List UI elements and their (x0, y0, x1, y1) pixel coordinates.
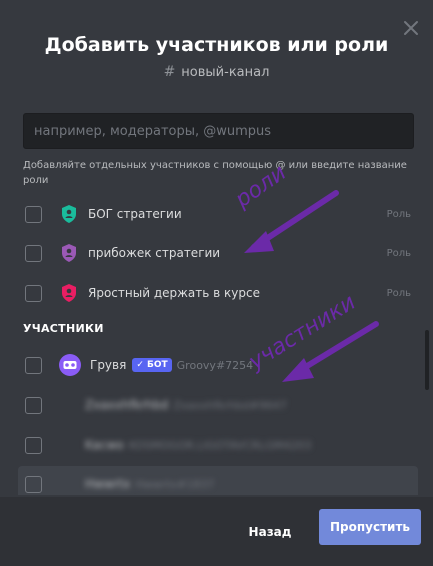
checkbox[interactable] (25, 356, 42, 374)
channel-name: новый-канал (181, 65, 270, 80)
checkbox[interactable] (25, 436, 42, 454)
avatar (59, 354, 81, 376)
back-button[interactable]: Назад (238, 518, 302, 546)
scrollbar[interactable] (425, 330, 429, 390)
dialog-title: Добавить участников или роли (44, 34, 389, 56)
channel-subtitle: # новый-канал (0, 64, 433, 80)
role-tag: Роль (386, 287, 411, 299)
skip-button[interactable]: Пропустить (319, 509, 421, 545)
members-section-header: УЧАСТНИКИ (23, 322, 104, 335)
blurred-member: Kacwo KOSMOGOR.LIGOTAVCRLGM4203 (76, 438, 311, 452)
channel-hash-icon: # (163, 64, 176, 80)
checkbox[interactable] (25, 244, 42, 262)
role-row[interactable]: прибожек стратегии Роль (18, 235, 418, 271)
shield-person-icon (59, 283, 79, 303)
add-members-dialog: Добавить участников или роли # новый-кана… (0, 0, 433, 566)
hint-text: Добавляйте отдельных участников с помощь… (23, 160, 407, 186)
member-row[interactable]: Kacwo KOSMOGOR.LIGOTAVCRLGM4203 (18, 427, 418, 463)
member-tag: Hwwrtx#1837 (135, 477, 215, 491)
member-name: Zxaxxhfkrhbd (85, 398, 169, 412)
member-row[interactable]: Hwwrtx Hwwrtx#1837 (18, 466, 418, 495)
member-row[interactable]: Грувя ✓ БОТ Groovy#7254 (18, 347, 418, 383)
checkbox[interactable] (25, 284, 42, 302)
members-roles-list: БОГ стратегии Роль прибожек стратегии Ро… (0, 200, 433, 495)
member-tag: Zxaxxhfkrhbd#9647 (173, 398, 287, 412)
role-name: БОГ стратегии (88, 207, 182, 221)
member-tag: KOSMOGOR.LIGOTAVCRLGM4203 (128, 438, 312, 452)
member-name: Грувя (90, 358, 127, 372)
shield-person-icon (59, 204, 79, 224)
checkbox[interactable] (25, 396, 42, 414)
checkbox[interactable] (25, 475, 42, 493)
member-name: Kacwo (85, 438, 124, 452)
role-tag: Роль (386, 247, 411, 259)
role-tag: Роль (386, 208, 411, 220)
dialog-footer: Назад Пропустить (0, 497, 433, 566)
role-row[interactable]: Яростный держать в курсе Роль (18, 275, 418, 311)
blurred-member: Hwwrtx Hwwrtx#1837 (76, 477, 214, 491)
member-name: Hwwrtx (85, 477, 131, 491)
shield-person-icon (59, 243, 79, 263)
member-tag: Groovy#7254 (176, 358, 254, 372)
blurred-member: Zxaxxhfkrhbd Zxaxxhfkrhbd#9647 (76, 398, 287, 412)
checkbox[interactable] (25, 205, 42, 223)
member-row[interactable]: Zxaxxhfkrhbd Zxaxxhfkrhbd#9647 (18, 387, 418, 423)
search-input[interactable] (23, 113, 414, 149)
bot-badge: ✓ БОТ (132, 358, 172, 372)
role-name: Яростный держать в курсе (88, 286, 260, 300)
role-row[interactable]: БОГ стратегии Роль (18, 200, 418, 232)
role-name: прибожек стратегии (88, 246, 221, 260)
